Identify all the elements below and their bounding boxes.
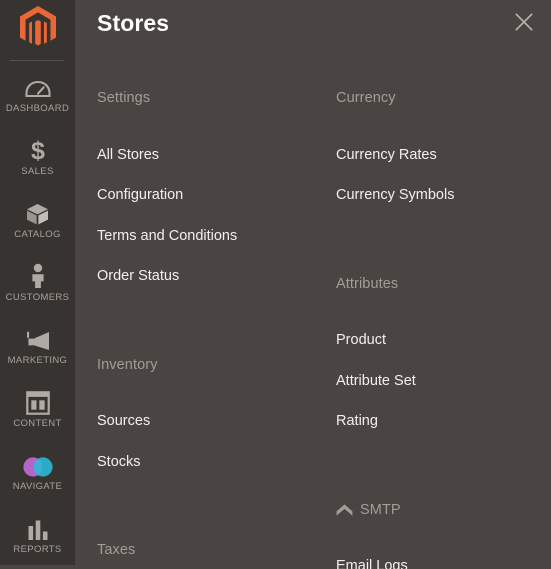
panel-header: Stores bbox=[75, 0, 551, 70]
menu-group-title: Inventory bbox=[97, 356, 158, 373]
menu-group-settings: Settings All Stores Configuration Terms … bbox=[97, 91, 315, 284]
venn-circles-icon bbox=[21, 452, 55, 478]
menu-group-title: Attributes bbox=[336, 275, 399, 292]
menu-link-order-status[interactable]: Order Status bbox=[97, 269, 315, 284]
menu-link-currency-symbols[interactable]: Currency Symbols bbox=[336, 188, 546, 203]
menu-group-taxes: Taxes Tax Rules bbox=[97, 543, 315, 569]
magento-logo-icon bbox=[19, 5, 56, 45]
svg-text:$: $ bbox=[31, 137, 45, 163]
mageplaza-chevron-icon bbox=[336, 503, 353, 517]
menu-link-attribute-set[interactable]: Attribute Set bbox=[336, 373, 546, 389]
megaphone-icon bbox=[25, 326, 51, 352]
sidebar-item-content[interactable]: CONTENT bbox=[0, 376, 75, 439]
sidebar-item-navigate[interactable]: NAVIGATE bbox=[0, 439, 75, 502]
sidebar-item-label: DASHBOARD bbox=[5, 102, 70, 114]
layout-page-icon bbox=[25, 389, 50, 415]
dashboard-gauge-icon bbox=[24, 74, 51, 100]
sidebar-item-label: SALES bbox=[21, 165, 54, 177]
menu-link-email-logs[interactable]: Email Logs bbox=[336, 559, 546, 569]
menu-link-sources[interactable]: Sources bbox=[97, 414, 315, 429]
menu-link-all-stores[interactable]: All Stores bbox=[97, 147, 315, 163]
menu-group-title-smtp: SMTP bbox=[336, 501, 546, 518]
menu-group-attributes: Attributes Product Attribute Set Rating bbox=[336, 275, 546, 429]
box-icon bbox=[25, 200, 50, 226]
sidebar-item-label: MARKETING bbox=[7, 354, 68, 366]
menu-group-smtp: SMTP Email Logs Configuration bbox=[336, 501, 546, 569]
magento-logo[interactable] bbox=[0, 0, 75, 53]
menu-link-configuration[interactable]: Configuration bbox=[97, 188, 315, 203]
menu-group-label: SMTP bbox=[360, 501, 401, 518]
sidebar-item-dashboard[interactable]: DASHBOARD bbox=[0, 61, 75, 124]
stores-flyout-panel: Stores Settings All Stores Configuration… bbox=[75, 0, 551, 569]
admin-menu-flyout: DASHBOARD $ SALES CATALOG CUSTOMERS MARK… bbox=[0, 0, 551, 569]
close-button[interactable] bbox=[510, 8, 538, 36]
sidebar-item-label: CONTENT bbox=[13, 417, 62, 429]
person-icon bbox=[28, 263, 48, 289]
sidebar-item-label: REPORTS bbox=[13, 543, 62, 555]
menu-group-title: Settings bbox=[97, 90, 151, 106]
menu-link-currency-rates[interactable]: Currency Rates bbox=[336, 147, 546, 163]
menu-group-currency: Currency Currency Rates Currency Symbols bbox=[336, 91, 546, 203]
menu-link-terms-and-conditions[interactable]: Terms and Conditions bbox=[97, 228, 315, 244]
bar-chart-icon bbox=[26, 515, 50, 541]
dollar-sign-icon: $ bbox=[27, 137, 49, 163]
menu-group-title: Taxes bbox=[97, 542, 136, 558]
menu-link-product[interactable]: Product bbox=[336, 333, 546, 348]
page-title: Stores bbox=[97, 10, 170, 36]
primary-sidebar: DASHBOARD $ SALES CATALOG CUSTOMERS MARK… bbox=[0, 0, 75, 569]
menu-group-inventory: Inventory Sources Stocks bbox=[97, 356, 315, 470]
close-icon bbox=[515, 13, 533, 31]
sidebar-item-stores[interactable]: STORES bbox=[0, 565, 75, 569]
sidebar-item-marketing[interactable]: MARKETING bbox=[0, 313, 75, 376]
menu-link-stocks[interactable]: Stocks bbox=[97, 454, 315, 470]
sidebar-item-label: CATALOG bbox=[14, 228, 61, 240]
menu-column-left: Settings All Stores Configuration Terms … bbox=[75, 70, 315, 569]
menu-column-right: Currency Currency Rates Currency Symbols… bbox=[315, 70, 546, 569]
sidebar-item-label: NAVIGATE bbox=[12, 480, 63, 492]
menu-columns: Settings All Stores Configuration Terms … bbox=[75, 70, 551, 569]
sidebar-item-customers[interactable]: CUSTOMERS bbox=[0, 250, 75, 313]
sidebar-item-label: CUSTOMERS bbox=[5, 291, 70, 303]
sidebar-item-sales[interactable]: $ SALES bbox=[0, 124, 75, 187]
sidebar-item-reports[interactable]: REPORTS bbox=[0, 502, 75, 565]
menu-link-rating[interactable]: Rating bbox=[336, 414, 546, 429]
menu-group-title: Currency bbox=[336, 90, 396, 106]
sidebar-item-catalog[interactable]: CATALOG bbox=[0, 187, 75, 250]
